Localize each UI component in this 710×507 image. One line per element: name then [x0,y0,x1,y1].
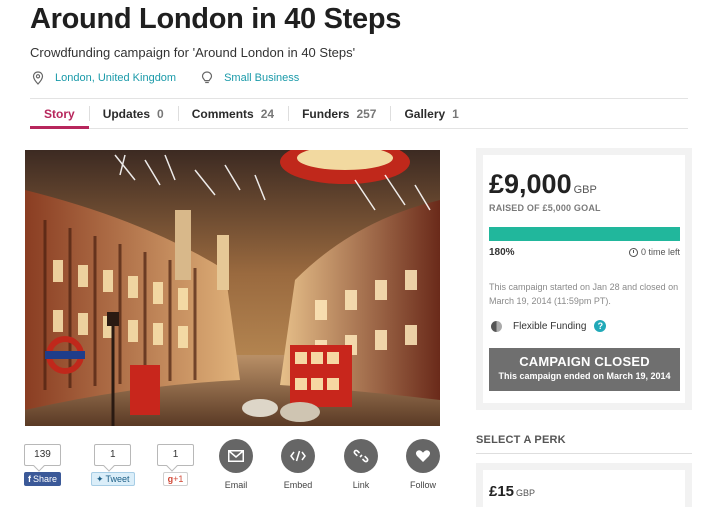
perks-heading: SELECT A PERK [476,434,566,446]
campaign-closed-banner: CAMPAIGN CLOSED This campaign ended on M… [489,348,680,391]
facebook-share-count: 139 [24,444,62,466]
envelope-icon [228,450,244,462]
campaign-dates: This campaign started on Jan 28 and clos… [489,282,679,306]
goal-text: RAISED OF £5,000 GOAL [489,203,601,213]
campaign-meta: London, United Kingdom Small Business [32,70,299,86]
tab-label: Updates [102,106,151,121]
follow-button[interactable] [406,439,440,473]
funding-card: £9,000 GBP RAISED OF £5,000 GOAL 180% 0 t… [483,155,685,403]
follow-action[interactable]: Follow [406,439,440,490]
location-pin-icon [32,71,44,85]
tab-story[interactable]: Story [30,99,89,129]
link-button[interactable] [344,439,378,473]
raised-currency: GBP [573,184,597,196]
code-icon [290,450,306,462]
email-action[interactable]: Email [219,439,253,490]
campaign-closed-subtitle: This campaign ended on March 19, 2014 [498,371,671,381]
campaign-title: Around London in 40 Steps [30,3,402,35]
follow-label: Follow [409,480,436,490]
category-link[interactable]: Small Business [224,72,299,84]
help-icon[interactable]: ? [594,320,607,332]
gplus-share: 1 g+1 [157,444,194,487]
tab-gallery[interactable]: Gallery 1 [390,99,472,128]
tab-label: Comments [191,106,254,121]
perk-card-inner[interactable]: £15 GBP [483,470,685,507]
time-left-text: 0 time left [640,247,680,257]
link-action[interactable]: Link [344,439,378,490]
lightbulb-icon [201,71,213,84]
tab-comments[interactable]: Comments 24 [177,99,288,128]
funding-progress-bar [489,227,680,241]
embed-action[interactable]: Embed [281,439,315,490]
funded-percent: 180% [489,247,515,258]
funding-panel: £9,000 GBP RAISED OF £5,000 GOAL 180% 0 t… [476,148,692,410]
london-street-illustration [25,150,440,426]
perk-card[interactable]: £15 GBP [476,463,692,507]
perk-currency: GBP [516,488,536,498]
twitter-share-count: 1 [94,444,132,466]
time-left: 0 time left [628,247,680,257]
heart-icon [415,450,431,462]
flexible-funding-icon [491,320,502,332]
funding-progress-fill [489,227,680,241]
link-label: Link [352,480,370,490]
tab-count: 24 [260,106,275,121]
email-button[interactable] [219,439,253,473]
email-label: Email [224,480,248,490]
facebook-share-label: Share [33,474,58,484]
link-icon [353,449,369,463]
tab-funders[interactable]: Funders 257 [288,99,390,128]
gplus-label: +1 [173,474,184,484]
twitter-tweet-label: Tweet [105,474,130,484]
tab-count: 0 [157,106,164,121]
tab-label: Funders [302,106,350,121]
twitter-tweet-button[interactable]: ✦ Tweet [91,472,135,486]
funding-type: Flexible Funding ? [491,320,607,332]
facebook-share-button[interactable]: f Share [24,472,62,486]
campaign-tabs: Story Updates 0 Comments 24 Funders 257 … [30,99,688,129]
perk-amount: £15 GBP [489,483,535,500]
facebook-icon: f [28,474,31,484]
perk-amount-value: £15 [489,483,515,500]
raised-amount-value: £9,000 [489,169,572,199]
gplus-button[interactable]: g+1 [162,472,189,486]
tab-count: 257 [356,106,377,121]
embed-label: Embed [283,480,313,490]
campaign-subtitle: Crowdfunding campaign for 'Around London… [30,45,356,60]
facebook-share: 139 f Share [24,444,62,487]
tab-label: Gallery [404,106,446,121]
raised-amount: £9,000 GBP [489,169,597,200]
gplus-share-count: 1 [157,444,194,466]
embed-button[interactable] [281,439,315,473]
location-link[interactable]: London, United Kingdom [55,72,176,84]
clock-icon [628,247,638,257]
funding-type-label: Flexible Funding [513,320,587,332]
twitter-bird-icon: ✦ [96,474,104,484]
tab-updates[interactable]: Updates 0 [88,99,178,128]
campaign-closed-title: CAMPAIGN CLOSED [519,354,650,369]
tab-label: Story [44,106,75,121]
twitter-share: 1 ✦ Tweet [91,444,135,487]
perks-divider [476,453,692,454]
tab-count: 1 [452,106,459,121]
campaign-hero-image[interactable] [25,150,440,426]
